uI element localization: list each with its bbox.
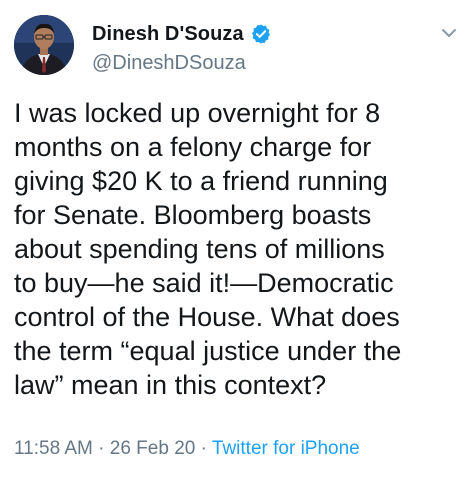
meta-separator: · [98,438,105,459]
display-name[interactable]: Dinesh D'Souza [92,23,244,46]
author-name-row: Dinesh D'Souza [92,21,272,47]
chevron-down-icon[interactable] [438,22,460,44]
tweet-card: Dinesh D'Souza @DineshDSouza I was locke… [0,0,474,480]
username-handle[interactable]: @DineshDSouza [92,52,246,75]
tweet-meta: 11:58 AM · 26 Feb 20 · Twitter for iPhon… [14,438,360,460]
avatar[interactable] [14,15,74,75]
avatar-image [14,15,74,75]
tweet-date[interactable]: 26 Feb 20 [110,438,196,459]
meta-separator: · [200,438,207,459]
tweet-text: I was locked up overnight for 8 months o… [14,98,402,400]
verified-badge-icon [250,23,272,45]
tweet-time[interactable]: 11:58 AM [14,438,93,459]
tweet-source-link[interactable]: Twitter for iPhone [212,438,360,459]
